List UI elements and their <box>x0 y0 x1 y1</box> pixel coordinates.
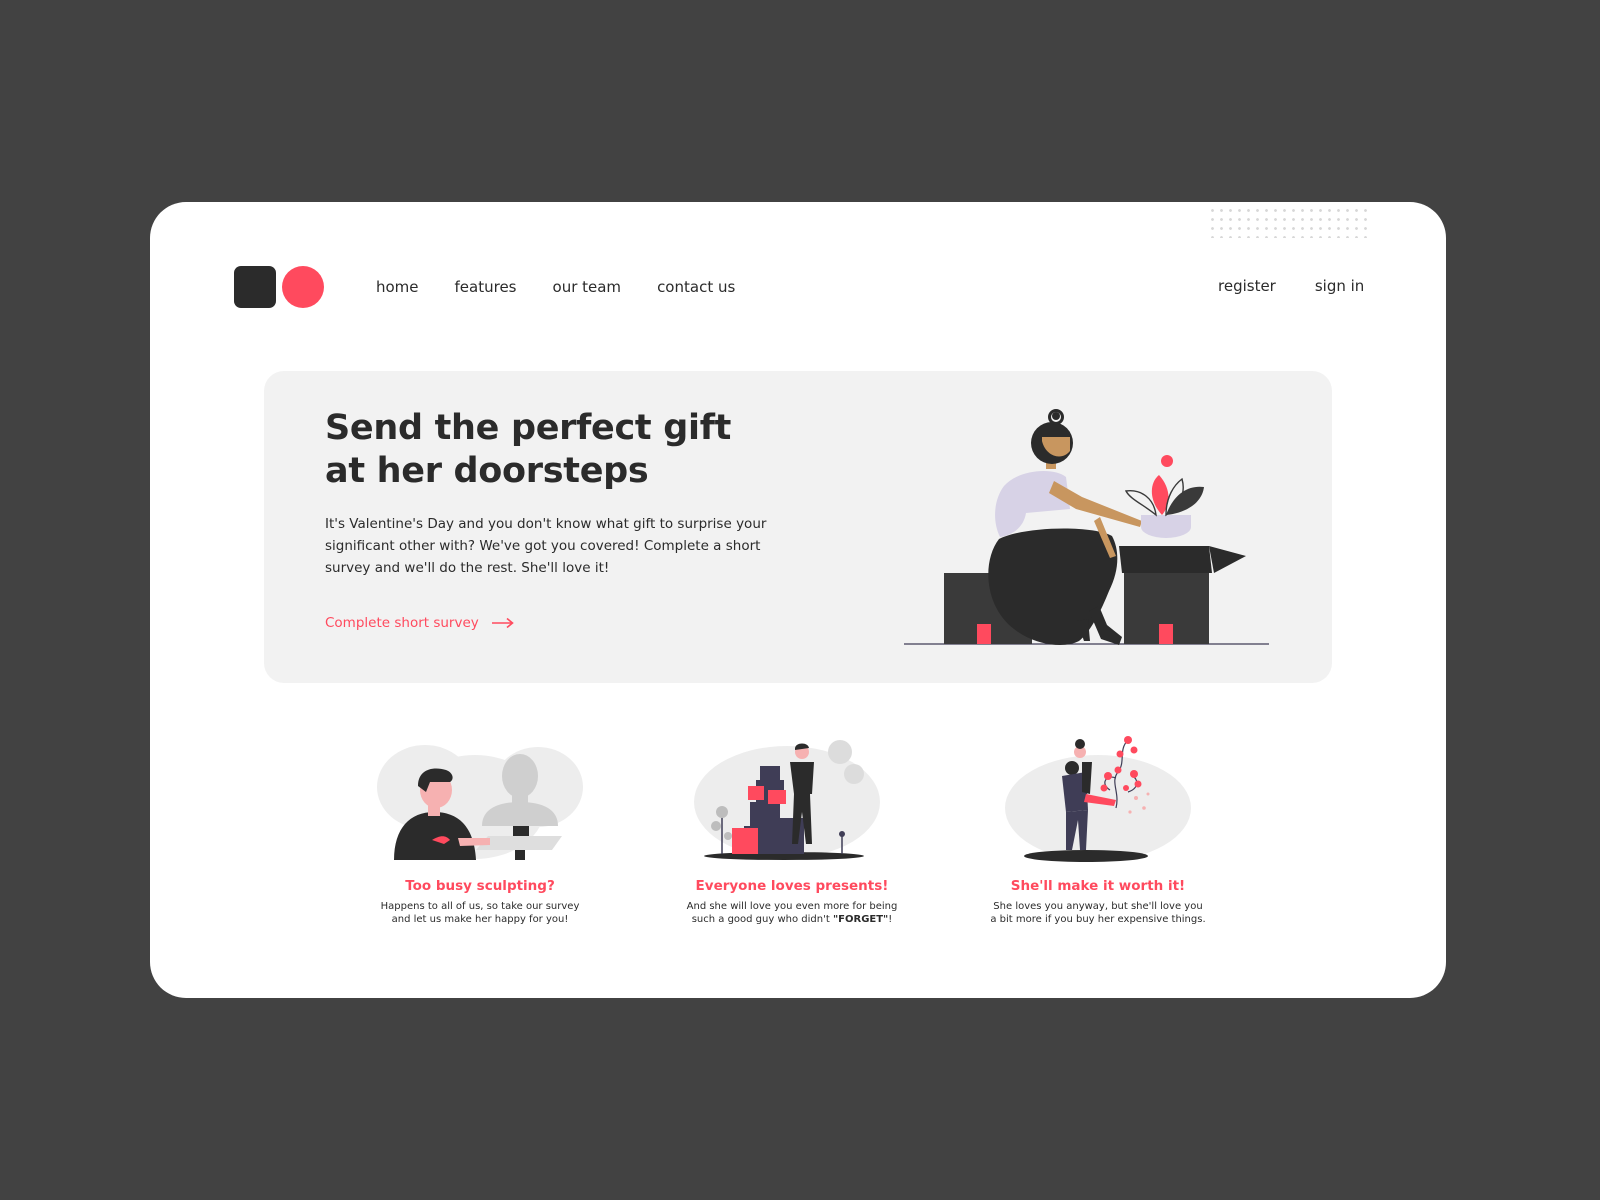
hero-title-line1: Send the perfect gift <box>325 408 732 448</box>
hero-section: Send the perfect gift at her doorsteps I… <box>264 371 1332 683</box>
cta-label: Complete short survey <box>325 615 479 631</box>
hero-title: Send the perfect gift at her doorsteps <box>325 407 845 493</box>
arrow-right-icon <box>491 617 514 629</box>
dot-pattern <box>1208 206 1368 238</box>
feature-description-line2: a bit more if you buy her expensive thin… <box>990 914 1206 925</box>
feature-description: Happens to all of us, so take our survey… <box>330 900 630 926</box>
feature-description-line2-end: ! <box>888 914 893 925</box>
register-link[interactable]: register <box>1218 277 1276 295</box>
feature-description-line1: And she will love you even more for bein… <box>686 901 898 912</box>
complete-survey-link[interactable]: Complete short survey <box>325 615 515 631</box>
landing-card: home features our team contact us regist… <box>150 202 1446 998</box>
feature-title: She'll make it worth it! <box>1010 878 1186 894</box>
main-nav: home features our team contact us <box>376 278 735 296</box>
hero-description: It's Valentine's Day and you don't know … <box>325 516 767 576</box>
auth-links: register sign in <box>1218 277 1364 295</box>
feature-description: And she will love you even more for bein… <box>642 900 942 926</box>
logo-circle-icon <box>282 266 324 308</box>
feature-title: Everyone loves presents! <box>695 878 889 894</box>
couple-hug-illustration <box>1005 736 1191 862</box>
feature-card-worth-it: She'll make it worth it! She loves you a… <box>948 732 1248 926</box>
feature-description: She loves you anyway, but she'll love yo… <box>948 900 1248 926</box>
feature-card-sculpting: Too busy sculpting? Happens to all of us… <box>330 732 630 926</box>
sign-in-link[interactable]: sign in <box>1315 277 1364 295</box>
forget-emphasis: "FORGET" <box>832 914 889 925</box>
feature-description-line1: She loves you anyway, but she'll love yo… <box>993 901 1203 912</box>
feature-description-line2: such a good guy who didn't <box>691 914 833 925</box>
nav-our-team[interactable]: our team <box>553 278 622 296</box>
sculptor-illustration <box>377 745 583 860</box>
nav-features[interactable]: features <box>455 278 517 296</box>
woman-gift-illustration <box>904 409 1269 645</box>
logo-square-icon <box>234 266 276 308</box>
presents-illustration <box>694 740 880 860</box>
logo[interactable] <box>234 266 324 308</box>
feature-description-line1: Happens to all of us, so take our survey <box>380 901 580 912</box>
feature-description-line2: and let us make her happy for you! <box>391 914 569 925</box>
nav-contact-us[interactable]: contact us <box>657 278 735 296</box>
feature-title: Too busy sculpting? <box>405 878 555 894</box>
feature-card-presents: Everyone loves presents! And she will lo… <box>642 732 942 926</box>
hero-title-line2: at her doorsteps <box>325 451 649 491</box>
nav-home[interactable]: home <box>376 278 419 296</box>
